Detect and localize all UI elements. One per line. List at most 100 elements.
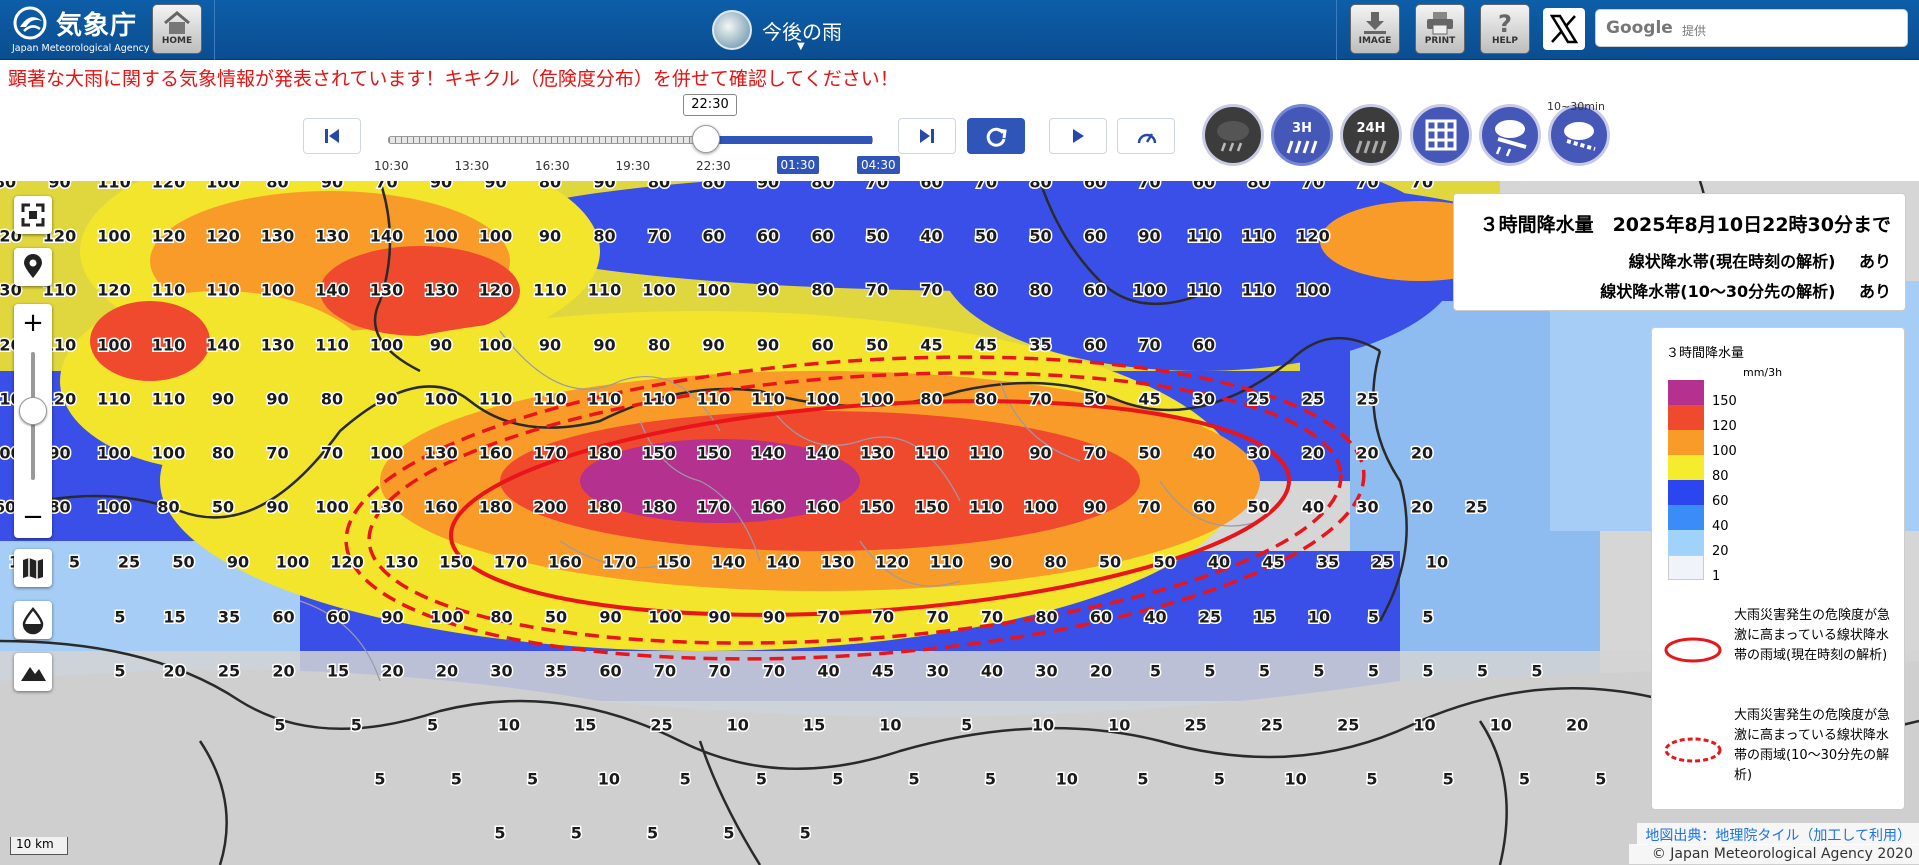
rain-24h-mode-button[interactable]: 24H	[1340, 104, 1402, 166]
grid-value: 140	[766, 553, 799, 572]
product-selector[interactable]: 今後の雨 ▼	[712, 8, 862, 54]
jma-logo[interactable]: 気象庁 Japan Meteorological Agency	[8, 3, 150, 55]
grid-value: 5	[1214, 770, 1225, 789]
grid-value: 80	[1247, 181, 1269, 192]
cloud-rain-band-icon	[1564, 122, 1596, 151]
print-button[interactable]: PRINT	[1415, 4, 1465, 54]
grid-value: 150	[642, 444, 675, 463]
grid-value: 90	[593, 336, 615, 355]
grid-value: 140	[712, 553, 745, 572]
x-share-button[interactable]	[1543, 8, 1585, 50]
grid-value: 90	[757, 181, 779, 192]
grid-value: 80	[212, 444, 234, 463]
grid-value: 130	[261, 336, 294, 355]
grid-value: 110	[969, 498, 1002, 517]
legend-value: 100	[1712, 444, 1737, 459]
grid-value: 10	[498, 716, 520, 735]
grid-value: 50	[1029, 227, 1051, 246]
grid-value: 160	[424, 498, 457, 517]
grid-value: 60	[1084, 336, 1106, 355]
fullscreen-button[interactable]	[14, 196, 52, 234]
rain-3h-mode-button[interactable]: 3H	[1271, 104, 1333, 166]
grid-value: 90	[227, 553, 249, 572]
latest-button[interactable]	[967, 118, 1025, 154]
grid-value: 70	[872, 608, 894, 627]
grid-value: 5	[1368, 662, 1379, 681]
grid-value: 100	[370, 444, 403, 463]
grid-value: 130	[261, 227, 294, 246]
grid-value: 20	[1356, 444, 1378, 463]
grid-value: 90	[539, 336, 561, 355]
grid-value: 45	[1262, 553, 1284, 572]
zoom-in-button[interactable]: +	[14, 308, 52, 338]
grid-value: 30	[1247, 444, 1269, 463]
zoom-out-button[interactable]: −	[14, 502, 52, 532]
home-label: HOME	[161, 36, 193, 46]
grid-value: 80	[539, 181, 561, 192]
grid-value: 140	[315, 281, 348, 300]
time-slider-handle[interactable]	[691, 125, 720, 153]
grid-value: 5	[114, 608, 125, 627]
time-tick: 01:30	[776, 156, 820, 174]
search-input[interactable]: Google 提供	[1595, 9, 1908, 47]
map-pin-icon	[24, 254, 42, 278]
grid-value: 110	[1242, 227, 1275, 246]
image-button[interactable]: IMAGE	[1350, 4, 1400, 54]
grid-value: 100	[806, 390, 839, 409]
grid-value: 50	[866, 336, 888, 355]
grid-value: 180	[642, 498, 675, 517]
grid-value: 160	[806, 498, 839, 517]
grid-value: 120	[206, 227, 239, 246]
legend-value: 20	[1712, 544, 1729, 559]
heavy-rain-alert[interactable]: 顕著な大雨に関する気象情報が発表されています！キキクル（危険度分布）を併せて確認…	[8, 64, 899, 91]
legend-swatch	[1668, 555, 1704, 580]
grid-value: 100	[152, 444, 185, 463]
grid-value: 70	[981, 608, 1003, 627]
grid-value: 40	[1193, 444, 1215, 463]
grid-value: 100	[1133, 281, 1166, 300]
help-label: HELP	[1491, 36, 1518, 46]
current-location-button[interactable]	[14, 248, 52, 286]
grid-value: 5	[571, 824, 582, 843]
speed-button[interactable]	[1117, 118, 1175, 154]
grid-value: 110	[152, 390, 185, 409]
nowcast-band-button[interactable]: 10~30min	[1547, 100, 1610, 166]
rain-map[interactable]: 8090110120100809070909080908080908070607…	[0, 181, 1919, 865]
water-layer-button[interactable]	[14, 601, 52, 639]
grid-value: 130	[385, 553, 418, 572]
grid-value: 10	[727, 716, 749, 735]
grid-value: 110	[969, 444, 1002, 463]
rain-3h-label: 3H	[1292, 121, 1312, 136]
play-button[interactable]	[1049, 118, 1107, 154]
grid-value: 110	[697, 390, 730, 409]
grid-value: 90	[430, 336, 452, 355]
grid-view-button[interactable]	[1410, 104, 1472, 166]
grid-value: 80	[266, 181, 288, 192]
help-button[interactable]: ? HELP	[1480, 4, 1530, 54]
grid-value: 10	[1413, 716, 1435, 735]
basemap-button[interactable]	[14, 549, 52, 587]
grid-value: 100	[860, 390, 893, 409]
rain-1h-mode-button[interactable]	[1202, 104, 1264, 166]
linear-rainband-button[interactable]	[1479, 104, 1541, 166]
grid-value: 10	[1056, 770, 1078, 789]
grid-value: 70	[975, 181, 997, 192]
grid-value: 5	[374, 770, 385, 789]
map-attribution[interactable]: 地図出典：地理院タイル（加工して利用）	[1637, 823, 1919, 845]
terrain-button[interactable]	[14, 653, 52, 691]
grid-value: 100	[276, 553, 309, 572]
grid-value: 120	[875, 553, 908, 572]
house-icon	[164, 11, 190, 34]
grid-value: 5	[527, 770, 538, 789]
earth-icon	[712, 10, 752, 50]
grid-value: 100	[97, 444, 130, 463]
zoom-handle[interactable]	[19, 397, 47, 425]
skip-to-end-button[interactable]	[898, 118, 956, 154]
home-button[interactable]: HOME	[152, 4, 202, 54]
info-row-forecast-value: あり	[1858, 282, 1891, 301]
grid-value: 110	[930, 553, 963, 572]
zoom-control[interactable]: + −	[14, 304, 52, 538]
download-icon	[1364, 12, 1386, 34]
grid-value: 70	[920, 281, 942, 300]
skip-to-start-button[interactable]	[303, 118, 361, 154]
